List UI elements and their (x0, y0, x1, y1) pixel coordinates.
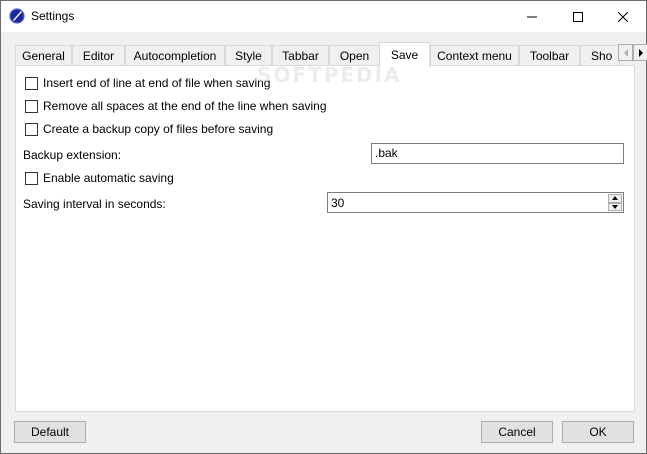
backup-extension-label: Backup extension: (23, 148, 122, 162)
window-title: Settings (31, 9, 75, 23)
backup-copy-label: Create a backup copy of files before sav… (43, 122, 274, 136)
insert-eol-checkbox[interactable] (25, 76, 38, 90)
minimize-button[interactable] (509, 1, 555, 32)
auto-save-label: Enable automatic saving (43, 171, 174, 185)
tab-editor[interactable]: Editor (72, 45, 125, 66)
tab-scroll-left-button[interactable] (618, 44, 633, 61)
arrow-down-icon (612, 204, 618, 209)
spin-buttons (608, 194, 622, 211)
minimize-icon (527, 16, 537, 17)
auto-save-checkbox[interactable] (25, 171, 38, 185)
saving-interval-spinbox[interactable]: 30 (327, 192, 624, 213)
remove-spaces-option[interactable]: Remove all spaces at the end of the line… (25, 98, 327, 114)
backup-copy-option[interactable]: Create a backup copy of files before sav… (25, 121, 273, 137)
save-settings-page: Insert end of line at end of file when s… (15, 65, 635, 412)
ok-button[interactable]: OK (562, 421, 634, 443)
backup-extension-input[interactable]: .bak (371, 143, 624, 164)
tab-general[interactable]: General (15, 45, 72, 66)
watermark: SOFTPEDIA (257, 63, 402, 87)
tab-scroll-right-button[interactable] (633, 44, 647, 61)
saving-interval-value: 30 (331, 196, 345, 210)
app-logo-icon (9, 8, 25, 24)
saving-interval-label: Saving interval in seconds: (23, 197, 166, 211)
title-bar: Settings (1, 1, 646, 32)
maximize-button[interactable] (555, 1, 601, 32)
tab-autocompletion[interactable]: Autocompletion (125, 45, 225, 66)
arrow-left-icon (623, 48, 628, 57)
tab-context-menu[interactable]: Context menu (430, 45, 519, 66)
settings-window: Settings General Editor Autocompletion S… (0, 0, 647, 454)
tab-shortcuts[interactable]: Sho (580, 45, 620, 66)
tab-scroll-buttons (618, 44, 647, 65)
insert-eol-option[interactable]: Insert end of line at end of file when s… (25, 75, 270, 91)
backup-copy-checkbox[interactable] (25, 122, 38, 136)
tab-toolbar[interactable]: Toolbar (519, 45, 580, 66)
default-button[interactable]: Default (14, 421, 86, 443)
arrow-up-icon (612, 196, 618, 201)
cancel-button[interactable]: Cancel (481, 421, 553, 443)
remove-spaces-checkbox[interactable] (25, 99, 38, 113)
auto-save-option[interactable]: Enable automatic saving (25, 170, 174, 186)
close-button[interactable] (600, 1, 646, 32)
spin-up-button[interactable] (608, 194, 622, 203)
close-icon (618, 11, 628, 22)
maximize-icon (573, 11, 583, 22)
remove-spaces-label: Remove all spaces at the end of the line… (43, 99, 327, 113)
spin-down-button[interactable] (608, 202, 622, 211)
arrow-right-icon (638, 48, 643, 57)
insert-eol-label: Insert end of line at end of file when s… (43, 76, 271, 90)
